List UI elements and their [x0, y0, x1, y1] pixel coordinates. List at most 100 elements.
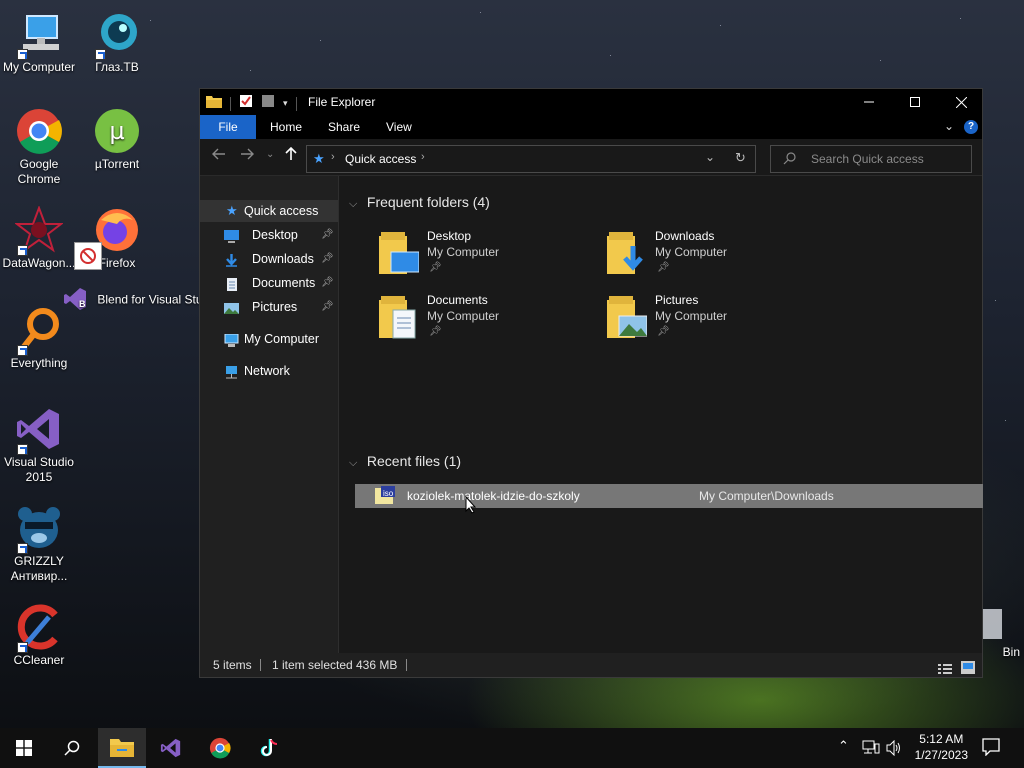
- no-drop-cursor-icon: [74, 242, 102, 270]
- close-button[interactable]: [938, 89, 984, 115]
- address-bar[interactable]: ★ › Quick access › ⌄ ↻: [306, 145, 756, 173]
- search-box[interactable]: Search Quick access: [770, 145, 972, 173]
- tab-home[interactable]: Home: [256, 115, 316, 139]
- chevron-down-icon[interactable]: ▾: [283, 98, 288, 109]
- search-button[interactable]: [48, 728, 96, 768]
- shortcut-arrow-icon: [17, 345, 28, 356]
- desktop-icon-everything[interactable]: Everything: [0, 306, 78, 371]
- visual-studio-icon: [160, 738, 181, 758]
- help-icon[interactable]: ?: [964, 120, 978, 134]
- up-arrow-icon: [285, 146, 297, 160]
- desktop-icon-label: Visual Studio 2015: [4, 455, 74, 484]
- sidebar-item-quick-access[interactable]: ★ Quick access: [200, 200, 338, 222]
- frequent-folders-header[interactable]: ⌵ Frequent folders (4): [349, 194, 979, 211]
- navigation-pane: ★ Quick access Desktop 📌︎ Downloads 📌︎ D…: [200, 176, 339, 654]
- taskbar-chrome[interactable]: [196, 728, 244, 768]
- chevron-down-icon: ⌵: [349, 457, 358, 469]
- title-bar[interactable]: ▾ File Explorer: [200, 89, 982, 115]
- notification-icon: [982, 738, 1000, 757]
- refresh-icon[interactable]: ↻: [735, 150, 746, 166]
- sidebar-item-my-computer[interactable]: My Computer: [200, 328, 338, 350]
- desktop-icon-datawagon[interactable]: DataWagon...: [0, 205, 78, 271]
- taskbar-file-explorer[interactable]: [98, 728, 146, 768]
- start-button[interactable]: [0, 728, 48, 768]
- star-icon: ★: [313, 151, 325, 166]
- folder-documents-icon: [379, 296, 419, 340]
- ribbon-tabs: File Home Share View ⌄ ?: [200, 115, 982, 139]
- desktop-icon-label: GRIZZLY Антивир...: [10, 554, 68, 583]
- desktop-icon-label: DataWagon...: [2, 256, 76, 270]
- frequent-folder-pictures[interactable]: Pictures My Computer 📌︎: [607, 292, 817, 348]
- action-center-button[interactable]: [982, 738, 1000, 761]
- frequent-folder-desktop[interactable]: Desktop My Computer 📌︎: [379, 228, 589, 284]
- chevron-down-icon: ⌵: [349, 198, 358, 210]
- address-row: ⌄ ★ › Quick access › ⌄ ↻ Search Quick ac…: [200, 139, 982, 176]
- tab-view[interactable]: View: [372, 115, 426, 139]
- desktop-icon-label: Google Chrome: [17, 157, 61, 186]
- minimize-button[interactable]: [846, 89, 892, 115]
- network-tray-icon[interactable]: [862, 740, 880, 761]
- show-hidden-icons-button[interactable]: ⌃: [838, 738, 849, 754]
- chevron-right-icon[interactable]: ›: [421, 151, 425, 163]
- search-input[interactable]: Search Quick access: [811, 152, 924, 166]
- desktop-icon-glaz-tv[interactable]: Глаз.ТВ: [78, 10, 156, 75]
- expand-ribbon-icon[interactable]: ⌄: [944, 119, 954, 133]
- taskbar-visual-studio[interactable]: [147, 728, 195, 768]
- volume-icon[interactable]: [886, 739, 902, 761]
- status-selected-size: 436 MB: [356, 658, 398, 672]
- details-view-icon[interactable]: [938, 659, 952, 683]
- sidebar-item-desktop[interactable]: Desktop 📌︎: [200, 224, 338, 246]
- forward-button[interactable]: [240, 147, 254, 164]
- desktop-icon-visual-studio-2015[interactable]: Visual Studio 2015: [0, 405, 78, 485]
- taskbar-tiktok[interactable]: [245, 728, 293, 768]
- recent-file-row[interactable]: iso koziolek-matolek-idzie-do-szkoly My …: [355, 484, 983, 508]
- windows-logo-icon: [16, 740, 32, 756]
- large-icons-view-icon[interactable]: [961, 658, 975, 682]
- taskbar: ⌃ 5:12 AM 1/27/2023: [0, 728, 1024, 768]
- recent-locations-button[interactable]: ⌄: [266, 149, 274, 160]
- pin-icon: 📌︎: [657, 262, 670, 273]
- up-button[interactable]: [284, 146, 298, 164]
- desktop-icon-utorrent[interactable]: µ µTorrent: [78, 107, 156, 172]
- folder-downloads-icon: [607, 232, 647, 276]
- recycle-bin-icon: [980, 605, 1004, 643]
- content-pane: ⌵ Frequent folders (4) Desktop My Comput…: [339, 176, 983, 654]
- shortcut-arrow-icon: [17, 49, 28, 60]
- recent-files-header[interactable]: ⌵ Recent files (1): [349, 453, 979, 470]
- frequent-folder-downloads[interactable]: Downloads My Computer 📌︎: [607, 228, 817, 284]
- desktop-icon-my-computer[interactable]: My Computer: [0, 10, 78, 75]
- desktop-icon: [224, 228, 239, 243]
- pin-icon: 📌︎: [429, 262, 442, 273]
- pin-icon: 📌︎: [657, 326, 670, 337]
- chevron-right-icon[interactable]: ›: [331, 151, 335, 163]
- chrome-icon: [209, 737, 231, 759]
- sidebar-item-documents[interactable]: Documents 📌︎: [200, 272, 338, 294]
- blend-icon: B: [62, 286, 88, 315]
- sidebar-item-pictures[interactable]: Pictures 📌︎: [200, 296, 338, 318]
- pin-icon: 📌︎: [321, 229, 334, 240]
- properties-icon[interactable]: [239, 94, 253, 113]
- address-path[interactable]: Quick access: [345, 152, 416, 166]
- desktop-icon-label: CCleaner: [13, 653, 65, 667]
- tab-file[interactable]: File: [200, 115, 256, 139]
- clock-date: 1/27/2023: [914, 748, 968, 762]
- desktop-icon-grizzly[interactable]: GRIZZLY Антивир...: [0, 504, 78, 584]
- desktop-icon-google-chrome[interactable]: Google Chrome: [0, 107, 78, 187]
- desktop-icon-ccleaner[interactable]: CCleaner: [0, 603, 78, 668]
- frequent-folder-documents[interactable]: Documents My Computer 📌︎: [379, 292, 589, 348]
- recent-file-path: My Computer\Downloads: [699, 489, 834, 503]
- svg-text:µ: µ: [109, 117, 124, 145]
- file-explorer-window[interactable]: ▾ File Explorer File Home Share View ⌄ ?…: [199, 88, 983, 678]
- window-title: File Explorer: [308, 95, 376, 109]
- tab-share[interactable]: Share: [314, 115, 374, 139]
- address-dropdown-icon[interactable]: ⌄: [705, 150, 715, 164]
- folder-icon[interactable]: [206, 94, 222, 113]
- sidebar-item-network[interactable]: Network: [200, 360, 338, 382]
- back-button[interactable]: [212, 147, 226, 164]
- recent-file-name: koziolek-matolek-idzie-do-szkoly: [407, 489, 580, 503]
- sidebar-item-downloads[interactable]: Downloads 📌︎: [200, 248, 338, 270]
- chrome-icon: [15, 107, 63, 155]
- system-clock[interactable]: 5:12 AM 1/27/2023: [915, 731, 968, 763]
- maximize-button[interactable]: [892, 89, 938, 115]
- new-folder-icon[interactable]: [261, 94, 275, 113]
